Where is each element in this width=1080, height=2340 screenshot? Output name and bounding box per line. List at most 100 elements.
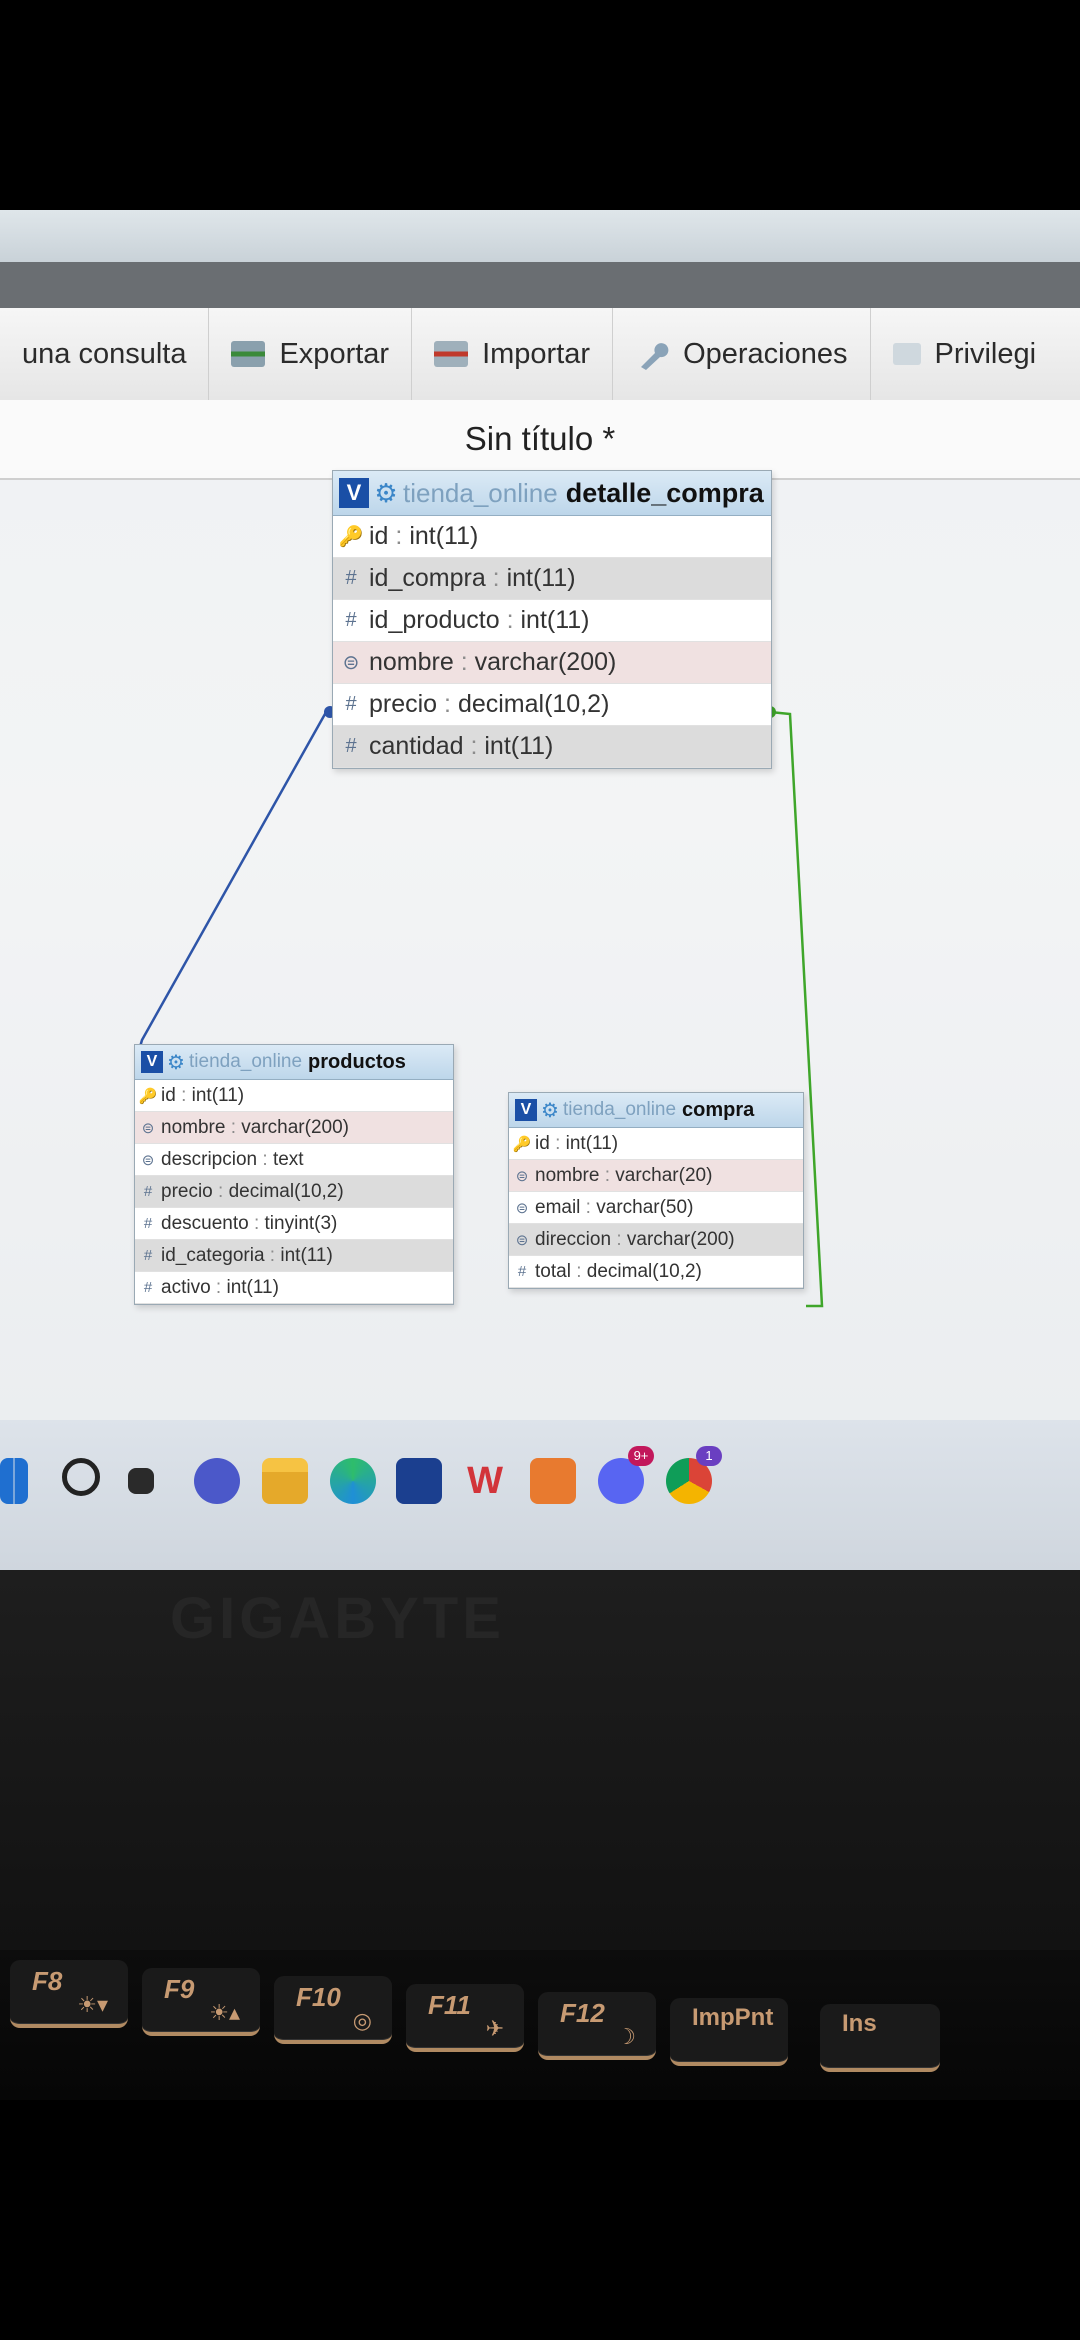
column-name: cantidad — [369, 732, 464, 760]
column-row[interactable]: # id_compra : int(11) — [333, 558, 771, 600]
chrome-badge: 1 — [696, 1446, 722, 1466]
designer-canvas[interactable]: V ⚙ tienda_online detalle_compra 🔑 id : … — [0, 470, 1080, 1420]
key-icon: 🔑 — [138, 1087, 158, 1105]
table-compra[interactable]: V ⚙ tienda_online compra 🔑 id : int(11) … — [508, 1092, 804, 1289]
table-header[interactable]: V ⚙ tienda_online compra — [509, 1093, 803, 1128]
column-type: decimal(10,2) — [457, 690, 610, 718]
teams-chat-icon[interactable] — [194, 1458, 240, 1504]
database-name: tienda_online — [563, 1099, 677, 1120]
column-row[interactable]: # descuento : tinyint(3) — [135, 1208, 453, 1240]
page-title: Sin título * — [0, 400, 1080, 480]
table-name: detalle_compra — [565, 477, 764, 508]
brightness-up-icon: ☀▴ — [209, 2000, 240, 2025]
table-detalle-compra[interactable]: V ⚙ tienda_online detalle_compra 🔑 id : … — [332, 470, 772, 769]
column-row[interactable]: # precio : decimal(10,2) — [333, 684, 771, 726]
key-f12[interactable]: F12 ☽ — [538, 1992, 656, 2060]
column-row[interactable]: # total : decimal(10,2) — [509, 1256, 803, 1288]
column-name: descripcion — [161, 1148, 258, 1170]
table-header[interactable]: V ⚙ tienda_online detalle_compra — [333, 471, 771, 516]
key-insert[interactable]: Ins — [820, 2004, 940, 2072]
text-icon: ⊜ — [515, 1167, 529, 1185]
column-row[interactable]: ⊜ nombre : varchar(200) — [135, 1112, 453, 1144]
hash-icon: # — [143, 1215, 153, 1232]
column-type: decimal(10,2) — [586, 1260, 702, 1282]
wps-icon[interactable]: W — [462, 1458, 508, 1504]
key-label: F8 — [32, 1966, 63, 1996]
column-row[interactable]: 🔑 id : int(11) — [333, 516, 771, 558]
column-row[interactable]: # cantidad : int(11) — [333, 726, 771, 768]
discord-icon[interactable]: 9+ — [598, 1446, 654, 1504]
tab-export[interactable]: Exportar — [209, 308, 413, 400]
text-icon: ⊜ — [515, 1231, 529, 1249]
table-productos[interactable]: V ⚙ tienda_online productos 🔑 id : int(1… — [134, 1044, 454, 1305]
toggle-view-button[interactable]: V — [141, 1051, 163, 1073]
column-type: int(11) — [191, 1084, 245, 1106]
column-row[interactable]: # precio : decimal(10,2) — [135, 1176, 453, 1208]
hash-icon: # — [345, 735, 357, 757]
column-row[interactable]: 🔑 id : int(11) — [135, 1080, 453, 1112]
search-icon[interactable] — [62, 1458, 100, 1496]
brightness-down-icon: ☀▾ — [77, 1992, 108, 2017]
key-print-screen[interactable]: ImpPnt — [670, 1998, 788, 2066]
windows-taskbar: W 9+ 1 — [0, 1420, 1080, 1570]
tab-import[interactable]: Importar — [412, 308, 614, 400]
key-f9[interactable]: F9 ☀▴ — [142, 1968, 260, 2036]
hash-icon: # — [345, 693, 357, 715]
edge-icon[interactable] — [330, 1458, 376, 1504]
column-type: int(11) — [506, 564, 576, 592]
key-f11[interactable]: F11 ✈ — [406, 1984, 524, 2052]
gear-icon[interactable]: ⚙ — [369, 478, 403, 509]
column-row[interactable]: ⊜ direccion : varchar(200) — [509, 1224, 803, 1256]
key-f10[interactable]: F10 ◎ — [274, 1976, 392, 2044]
table-name: compra — [682, 1098, 755, 1121]
column-row[interactable]: ⊜ nombre : varchar(200) — [333, 642, 771, 684]
monitor-screen: una consulta Exportar Importar Operacion… — [0, 210, 1080, 1570]
column-type: decimal(10,2) — [228, 1180, 344, 1202]
gear-icon[interactable]: ⚙ — [163, 1050, 189, 1075]
dark-surface — [0, 2100, 1080, 2340]
column-type: int(11) — [280, 1244, 333, 1266]
relation-productos-line — [136, 710, 335, 1055]
column-row[interactable]: ⊜ nombre : varchar(20) — [509, 1160, 803, 1192]
column-name: id_compra — [369, 564, 486, 592]
task-view-icon[interactable] — [128, 1468, 154, 1494]
column-name: total — [535, 1260, 571, 1282]
tab-operations[interactable]: Operaciones — [613, 308, 871, 400]
column-name: id — [161, 1084, 176, 1106]
column-type: int(11) — [484, 732, 554, 760]
column-row[interactable]: # id_producto : int(11) — [333, 600, 771, 642]
store-icon[interactable] — [396, 1458, 442, 1504]
toggle-view-button[interactable]: V — [339, 478, 369, 508]
column-type: int(11) — [565, 1132, 619, 1154]
column-row[interactable]: ⊜ descripcion : text — [135, 1144, 453, 1176]
sleep-icon: ☽ — [616, 2024, 636, 2049]
column-name: descuento — [161, 1212, 249, 1234]
column-row[interactable]: 🔑 id : int(11) — [509, 1128, 803, 1160]
discord-badge: 9+ — [628, 1446, 654, 1466]
key-f8[interactable]: F8 ☀▾ — [10, 1960, 128, 2028]
tab-operations-label: Operaciones — [683, 337, 848, 370]
hash-icon: # — [517, 1263, 527, 1280]
text-icon: ⊜ — [141, 1119, 155, 1137]
toggle-view-button[interactable]: V — [515, 1099, 537, 1121]
airplane-icon: ✈ — [485, 2016, 504, 2041]
xampp-icon[interactable] — [530, 1458, 576, 1504]
column-type: tinyint(3) — [264, 1212, 338, 1234]
hash-icon: # — [345, 609, 357, 631]
text-icon: ⊜ — [342, 652, 360, 674]
column-type: int(11) — [226, 1276, 279, 1298]
database-name: tienda_online — [189, 1051, 303, 1072]
chrome-icon[interactable]: 1 — [666, 1446, 722, 1504]
column-type: varchar(200) — [241, 1116, 349, 1138]
table-header[interactable]: V ⚙ tienda_online productos — [135, 1045, 453, 1080]
column-name: id — [369, 522, 389, 550]
gear-icon[interactable]: ⚙ — [537, 1098, 563, 1123]
tab-query[interactable]: una consulta — [0, 308, 210, 400]
column-row[interactable]: # id_categoria : int(11) — [135, 1240, 453, 1272]
key-label: F10 — [296, 1982, 341, 2012]
column-row[interactable]: # activo : int(11) — [135, 1272, 453, 1304]
column-row[interactable]: ⊜ email : varchar(50) — [509, 1192, 803, 1224]
windows-start-icon[interactable] — [0, 1458, 28, 1504]
tab-privileges[interactable]: Privilegi — [871, 308, 1059, 400]
file-explorer-icon[interactable] — [262, 1458, 308, 1504]
